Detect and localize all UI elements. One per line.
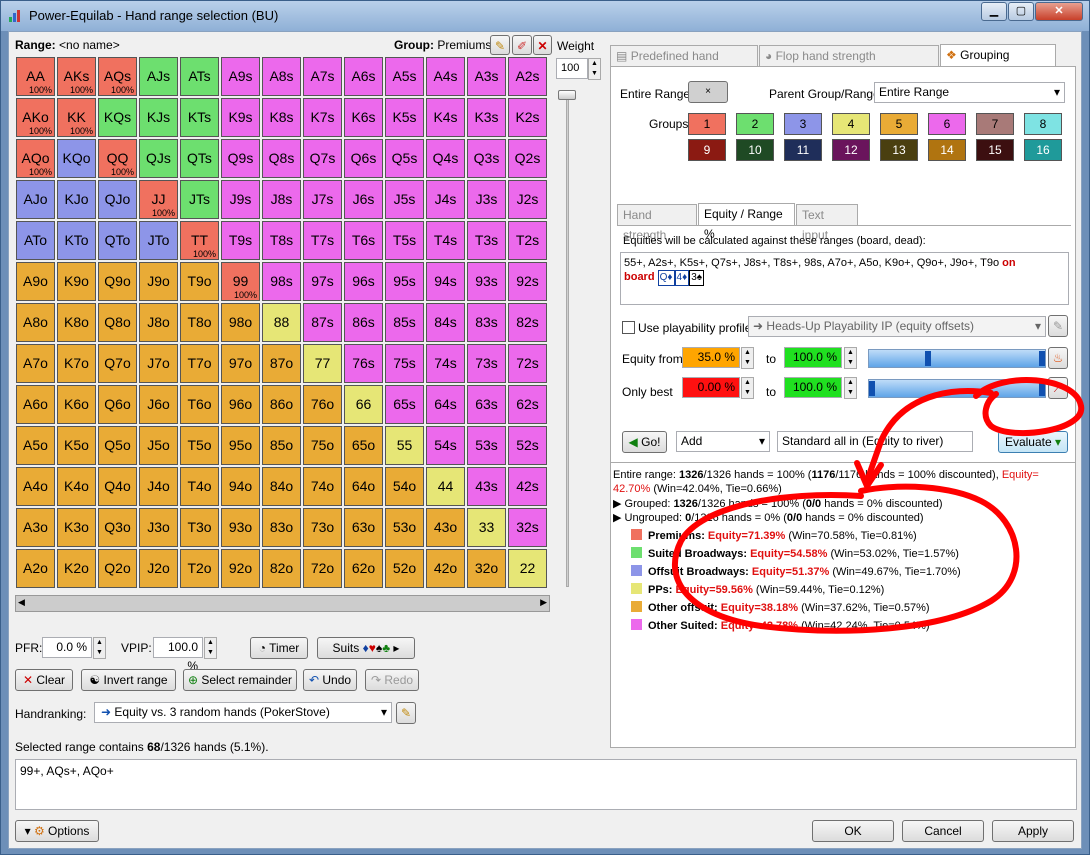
red-annotation (672, 377, 1085, 634)
app-window: Power-Equilab - Hand range selection (BU… (0, 0, 1090, 855)
